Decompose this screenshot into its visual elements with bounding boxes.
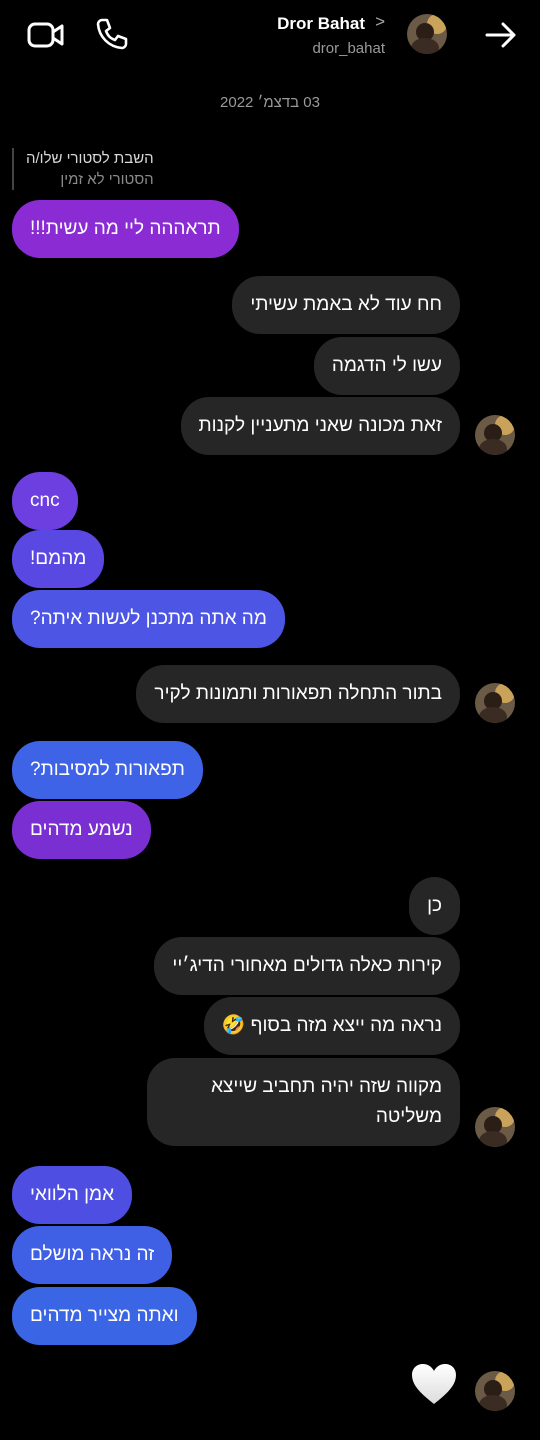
- message-bubble-received[interactable]: זאת מכונה שאני מתעניין לקנות: [180, 397, 460, 455]
- sender-avatar[interactable]: [475, 415, 515, 455]
- message-bubble-sent[interactable]: מה אתה מתכנן לעשות איתה?: [12, 590, 285, 648]
- chevron-right-icon[interactable]: >: [375, 12, 385, 32]
- sender-avatar[interactable]: [475, 683, 515, 723]
- contact-name[interactable]: Dror Bahat: [277, 14, 365, 34]
- white-heart-icon[interactable]: [410, 1362, 458, 1411]
- message-bubble-sent[interactable]: תראההה ליי מה עשית!!!: [12, 200, 239, 258]
- message-bubble-sent[interactable]: נשמע מדהים: [12, 801, 151, 859]
- story-reply-context[interactable]: השבת לסטורי שלו/ה הסטורי לא זמין: [12, 148, 154, 190]
- message-bubble-sent[interactable]: אמן הלוואי: [12, 1166, 133, 1224]
- date-separator: 03 בדצמ׳ 2022: [220, 94, 320, 111]
- sender-avatar[interactable]: [475, 1107, 515, 1147]
- message-bubble-sent[interactable]: תפאורות למסיבות?: [12, 741, 203, 799]
- contact-username[interactable]: dror_bahat: [312, 40, 385, 57]
- story-reply-label: השבת לסטורי שלו/ה: [26, 150, 154, 167]
- sender-avatar[interactable]: [475, 1371, 515, 1411]
- story-unavailable-label: הסטורי לא זמין: [60, 171, 154, 188]
- message-bubble-received[interactable]: קירות כאלה גדולים מאחורי הדיג׳יי: [154, 937, 460, 995]
- message-bubble-received[interactable]: עשו לי הדגמה: [313, 337, 460, 395]
- phone-icon[interactable]: [94, 16, 130, 52]
- contact-avatar[interactable]: [407, 14, 447, 54]
- message-bubble-received[interactable]: בתור התחלה תפאורות ותמונות לקיר: [136, 665, 460, 723]
- message-bubble-sent[interactable]: cnc: [12, 472, 78, 530]
- message-bubble-received[interactable]: מקווה שזה יהיה תחביב שייצא משליטה: [147, 1058, 460, 1146]
- message-bubble-sent[interactable]: מהמם!: [12, 530, 105, 588]
- message-bubble-received[interactable]: חח עוד לא באמת עשיתי: [232, 276, 460, 334]
- message-bubble-sent[interactable]: ואתה מצייר מדהים: [12, 1287, 197, 1345]
- message-bubble-sent[interactable]: זה נראה מושלם: [12, 1226, 173, 1284]
- message-bubble-received[interactable]: כן: [409, 877, 460, 935]
- message-bubble-received[interactable]: נראה מה ייצא מזה בסוף 🤣: [203, 997, 460, 1055]
- back-arrow-icon[interactable]: [482, 18, 520, 52]
- video-call-icon[interactable]: [26, 18, 66, 52]
